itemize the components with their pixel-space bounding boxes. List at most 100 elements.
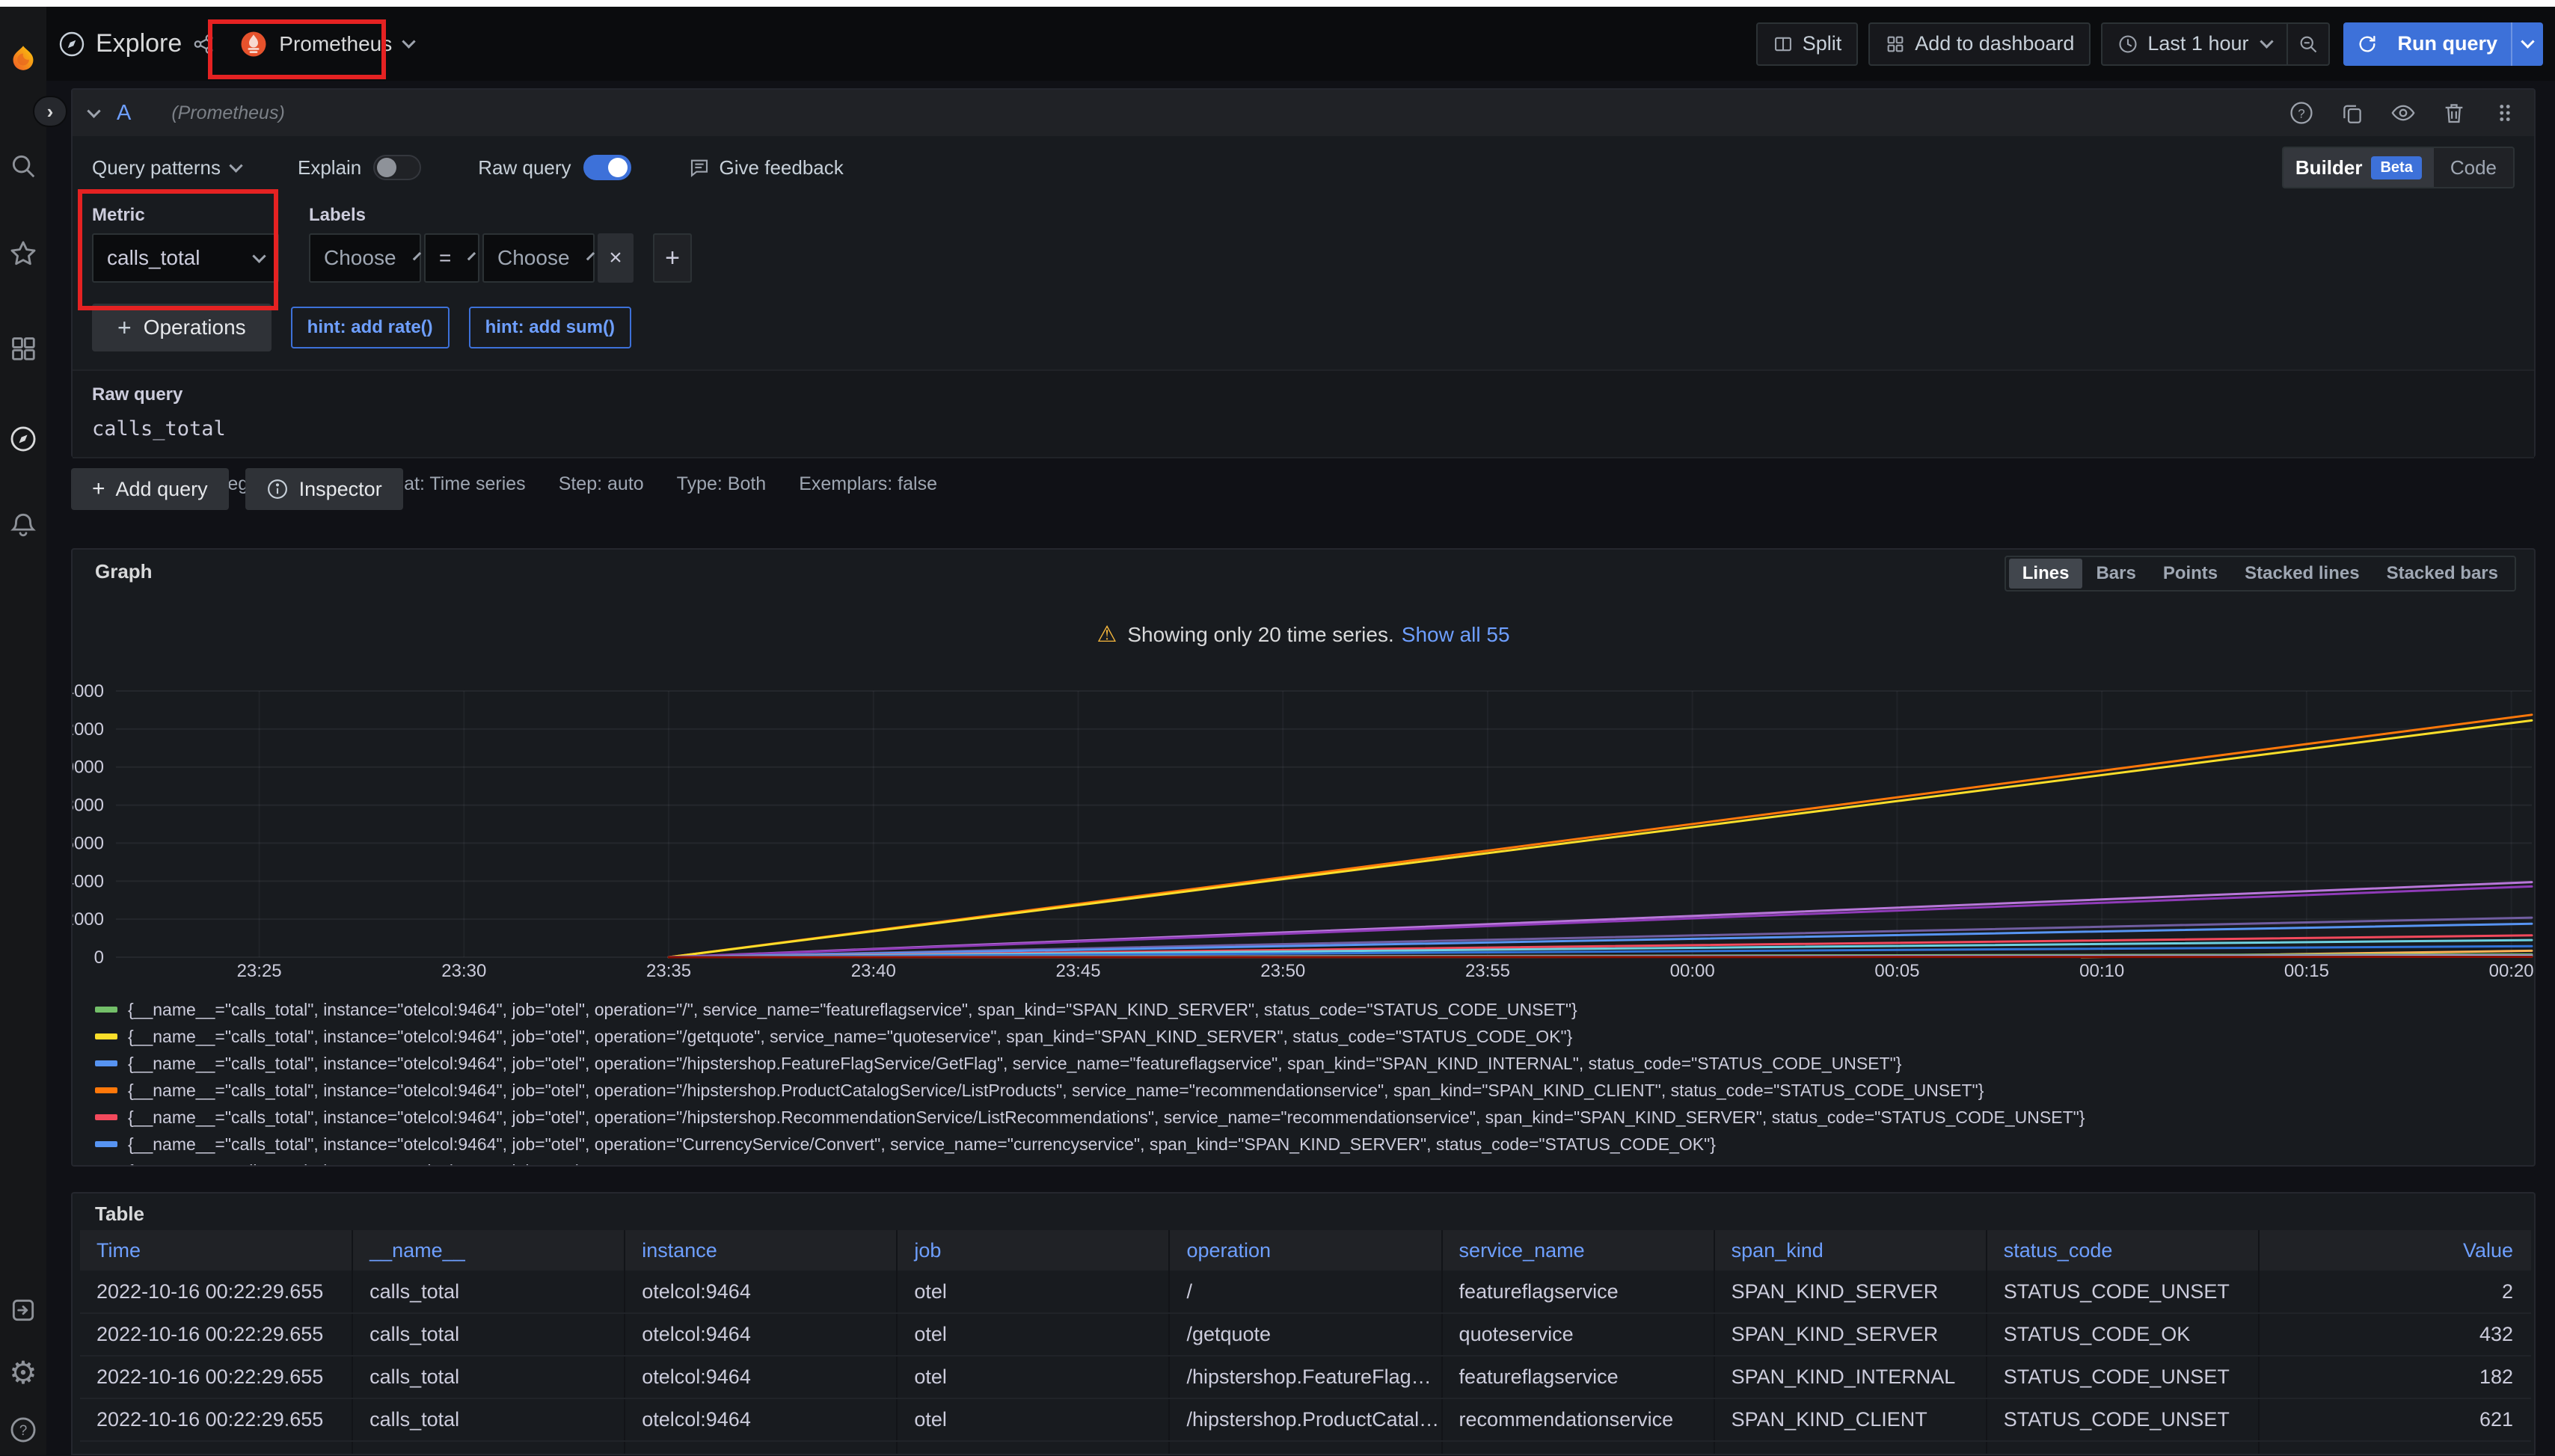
graph-mode-lines[interactable]: Lines xyxy=(2009,559,2083,589)
sign-in-icon[interactable] xyxy=(0,1284,46,1336)
add-query-button[interactable]: + Add query xyxy=(71,468,229,510)
table-column-header-operation[interactable]: operation xyxy=(1169,1230,1441,1271)
remove-label-button[interactable]: × xyxy=(598,233,634,283)
drag-handle-icon[interactable] xyxy=(2492,100,2518,126)
raw-query-toggle[interactable] xyxy=(583,155,631,180)
prometheus-logo xyxy=(240,31,267,58)
hint-add-rate-button[interactable]: hint: add rate() xyxy=(291,307,450,348)
x-axis-tick-label: 00:10 xyxy=(2079,961,2124,981)
navbar-actions: Split Add to dashboard Last 1 hour Run q… xyxy=(1746,22,2543,66)
options-summary-part: Exemplars: false xyxy=(799,473,937,494)
legend-item[interactable]: {__name__="calls_total", instance="otelc… xyxy=(95,1131,2527,1158)
alerting-bell-icon[interactable] xyxy=(0,498,46,550)
table-column-header-__name__[interactable]: __name__ xyxy=(352,1230,625,1271)
explain-toggle-group: Explain xyxy=(298,155,421,180)
options-row[interactable]: Options Legend: AutoFormat: Time seriesS… xyxy=(73,458,2534,510)
split-button[interactable]: Split xyxy=(1756,22,1859,66)
dashboards-icon[interactable] xyxy=(0,322,46,375)
label-key-select[interactable]: Choose xyxy=(309,233,421,283)
table-column-header-service_name[interactable]: service_name xyxy=(1442,1230,1714,1271)
series-limit-warning: ⚠ Showing only 20 time series. Show all … xyxy=(73,621,2534,648)
help-circle-icon[interactable]: ? xyxy=(2289,100,2314,126)
label-operator-select[interactable]: = xyxy=(424,233,479,283)
labels-group: Labels Choose = Choose × + xyxy=(309,205,692,283)
zoom-out-button[interactable] xyxy=(2286,22,2330,66)
chevron-down-icon xyxy=(229,159,242,172)
refresh-icon xyxy=(2357,34,2378,55)
page-title: Explore xyxy=(96,29,182,58)
legend-item[interactable]: {__name__="calls_total", instance="otelc… xyxy=(95,1104,2527,1131)
table-column-header-instance[interactable]: instance xyxy=(625,1230,897,1271)
query-row-header[interactable]: A (Prometheus) ? xyxy=(73,90,2534,136)
operations-button[interactable]: + Operations xyxy=(92,304,272,351)
legend-item[interactable]: {__name__="calls_total", instance="otelc… xyxy=(95,1050,2527,1077)
code-tab[interactable]: Code xyxy=(2434,156,2513,179)
trash-icon[interactable] xyxy=(2441,100,2467,126)
settings-gear-icon[interactable]: ⚙ xyxy=(0,1347,46,1399)
eye-icon[interactable] xyxy=(2390,100,2416,126)
run-query-button[interactable]: Run query xyxy=(2343,22,2543,66)
builder-tab[interactable]: Builder Beta xyxy=(2283,148,2434,187)
query-patterns-dropdown[interactable]: Query patterns xyxy=(92,156,241,179)
browser-top-strip xyxy=(0,0,2555,7)
hint-add-sum-button[interactable]: hint: add sum() xyxy=(469,307,631,348)
graph-mode-points[interactable]: Points xyxy=(2150,559,2231,589)
search-icon[interactable] xyxy=(0,140,46,192)
table-column-header-status_code[interactable]: status_code xyxy=(1987,1230,2259,1271)
y-axis-tick-label: 2000 xyxy=(73,909,104,930)
time-range-button[interactable]: Last 1 hour xyxy=(2101,22,2288,66)
raw-query-preview: Raw query calls_total xyxy=(73,369,2534,458)
grafana-logo[interactable] xyxy=(0,32,46,85)
label-value-select[interactable]: Choose xyxy=(482,233,595,283)
y-axis-tick-label: 10000 xyxy=(73,758,104,778)
table-column-header-job[interactable]: job xyxy=(897,1230,1169,1271)
y-axis-tick-label: 4000 xyxy=(73,871,104,891)
time-series-chart[interactable]: 0200040006000800010000120001400023:2523:… xyxy=(73,675,2536,992)
y-axis-tick-label: 12000 xyxy=(73,719,104,740)
results-table: Time__name__instancejoboperationservice_… xyxy=(80,1230,2531,1455)
legend-item[interactable]: {__name__="calls_total", instance="otelc… xyxy=(95,996,2527,1023)
show-all-series-link[interactable]: Show all 55 xyxy=(1402,623,1510,647)
run-query-caret[interactable] xyxy=(2511,22,2543,66)
help-icon[interactable]: ? xyxy=(0,1404,46,1456)
give-feedback-link[interactable]: Give feedback xyxy=(688,156,844,179)
table-cell: 2022-10-16 00:22:29.655 xyxy=(80,1356,352,1398)
sidebar-expand-button[interactable]: › xyxy=(33,96,67,127)
table-cell: SPAN_KIND_INTERNAL xyxy=(1714,1356,1987,1398)
copy-icon[interactable] xyxy=(2340,100,2365,126)
table-column-header-value[interactable]: Value xyxy=(2259,1230,2531,1271)
graph-mode-stacked-bars[interactable]: Stacked bars xyxy=(2373,559,2512,589)
starred-icon[interactable] xyxy=(0,227,46,280)
table-column-header-time[interactable]: Time xyxy=(80,1230,352,1271)
chevron-down-icon xyxy=(2521,34,2534,48)
graph-mode-stacked-lines[interactable]: Stacked lines xyxy=(2231,559,2372,589)
operations-row: + Operations hint: add rate() hint: add … xyxy=(73,283,2534,369)
y-axis-tick-label: 8000 xyxy=(73,796,104,816)
add-to-dashboard-button[interactable]: Add to dashboard xyxy=(1868,22,2091,66)
y-axis-tick-label: 14000 xyxy=(73,681,104,701)
metric-select[interactable]: calls_total xyxy=(92,233,279,283)
legend-item[interactable]: {__name__="calls_total", instance="otelc… xyxy=(95,1023,2527,1050)
svg-text:?: ? xyxy=(19,1423,28,1439)
chevron-down-icon xyxy=(586,252,594,260)
table-column-header-span_kind[interactable]: span_kind xyxy=(1714,1230,1987,1271)
raw-query-value: calls_total xyxy=(92,417,2515,440)
datasource-picker[interactable]: Prometheus xyxy=(233,22,421,67)
add-label-button[interactable]: + xyxy=(653,233,692,283)
y-axis-tick-label: 6000 xyxy=(73,833,104,853)
table-cell: STATUS_CODE_OK xyxy=(1987,1313,2259,1356)
explore-compass-icon[interactable] xyxy=(0,413,46,465)
table-panel-title: Table xyxy=(95,1202,144,1226)
share-icon[interactable] xyxy=(192,33,215,55)
apps-grid-icon xyxy=(1885,34,1906,55)
explain-toggle[interactable] xyxy=(373,155,421,180)
query-row-actions: ? xyxy=(2289,100,2518,126)
legend-item[interactable]: {__name__="calls_total", instance="otelc… xyxy=(95,1158,2527,1165)
legend-item[interactable]: {__name__="calls_total", instance="otelc… xyxy=(95,1077,2527,1104)
table-cell: 2 xyxy=(2259,1271,2531,1313)
table-panel: Table Time__name__instancejoboperationse… xyxy=(71,1192,2536,1455)
inspector-button[interactable]: Inspector xyxy=(245,468,403,510)
collapse-chevron-icon[interactable] xyxy=(87,104,100,117)
graph-mode-bars[interactable]: Bars xyxy=(2082,559,2149,589)
x-axis-tick-label: 23:40 xyxy=(851,961,896,981)
